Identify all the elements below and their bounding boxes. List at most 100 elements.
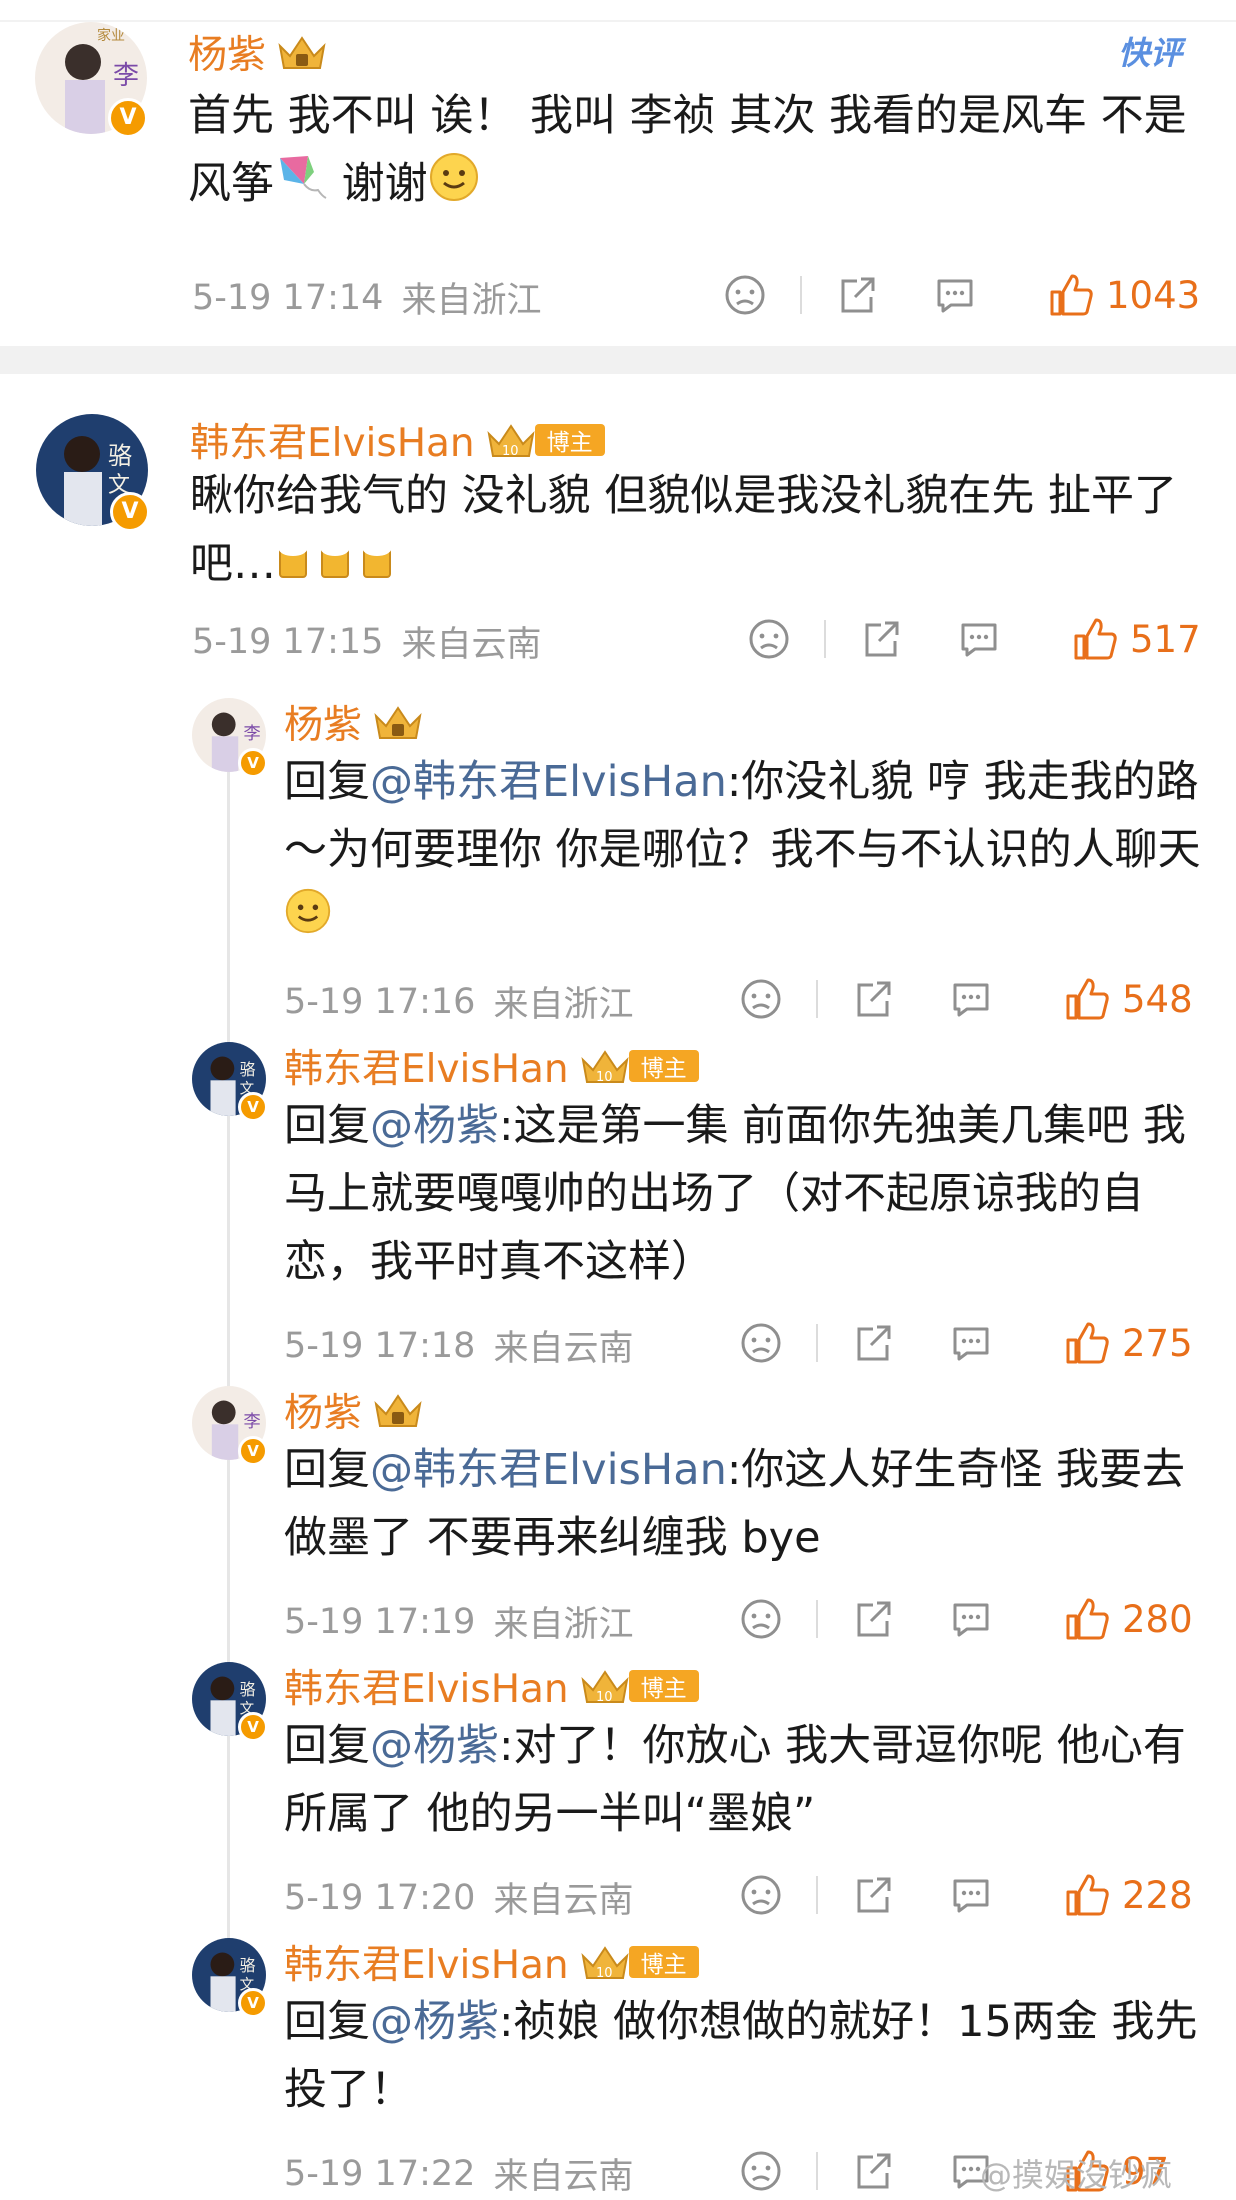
svg-text:李: 李 (244, 1412, 261, 1432)
svg-text:骆: 骆 (240, 1060, 256, 1079)
verified-badge-icon: V (108, 98, 148, 138)
kuaiping-button[interactable]: 快评 (1118, 28, 1182, 74)
username[interactable]: 韩东君ElvisHan (190, 412, 475, 468)
reply-prefix: 回复 (284, 1101, 370, 1151)
reply-prefix: 回复 (284, 1445, 370, 1495)
share-icon[interactable] (850, 2148, 896, 2194)
action-divider (800, 276, 802, 314)
share-icon[interactable] (850, 976, 896, 1022)
dislike-icon[interactable] (722, 272, 768, 318)
svg-text:10: 10 (596, 1966, 613, 1981)
username[interactable]: 韩东君ElvisHan (284, 1934, 569, 1990)
svg-text:李: 李 (244, 724, 261, 744)
share-icon[interactable] (834, 272, 880, 318)
like-button[interactable]: 275 (1064, 1320, 1193, 1366)
action-divider (816, 1876, 818, 1914)
comment-icon[interactable] (932, 272, 978, 318)
svg-text:10: 10 (502, 444, 519, 459)
like-button[interactable]: 228 (1064, 1872, 1193, 1918)
comment-location: 来自云南 (401, 625, 542, 665)
share-icon[interactable] (858, 616, 904, 662)
comment-location: 来自浙江 (493, 985, 634, 1025)
share-icon[interactable] (850, 1596, 896, 1642)
like-count: 275 (1122, 1321, 1193, 1365)
comment-time: 5-19 17:15 (192, 621, 384, 662)
like-count: 280 (1122, 1597, 1193, 1641)
crown-icon (372, 1390, 424, 1430)
comment-location: 来自云南 (493, 1881, 634, 1921)
like-button[interactable]: 548 (1064, 976, 1193, 1022)
reply-prefix: 回复 (284, 1721, 370, 1771)
dislike-icon[interactable] (746, 616, 792, 662)
verified-badge-icon: V (238, 1092, 268, 1122)
dislike-icon[interactable] (738, 2148, 784, 2194)
svg-text:10: 10 (596, 1690, 613, 1705)
reply-thread-line (227, 700, 230, 1950)
share-icon[interactable] (850, 1872, 896, 1918)
smile-emoji-icon (428, 151, 480, 223)
username[interactable]: 韩东君ElvisHan (284, 1658, 569, 1714)
comment-time: 5-19 17:22 (284, 2153, 476, 2194)
dislike-icon[interactable] (738, 1320, 784, 1366)
username[interactable]: 杨紫 (284, 1382, 362, 1438)
comment-icon[interactable] (948, 976, 994, 1022)
kite-emoji-icon (274, 152, 328, 222)
comment-location: 来自云南 (493, 2157, 634, 2197)
like-button[interactable]: 517 (1072, 616, 1201, 662)
svg-text:李: 李 (113, 61, 139, 91)
mention-link[interactable]: @杨紫 (370, 1997, 499, 2047)
blogger-badge: 博主 (534, 424, 605, 456)
watermark: @摸娱没钞疯 (980, 2156, 1173, 2194)
mention-link[interactable]: @韩东君ElvisHan (370, 1445, 727, 1495)
like-button[interactable]: 280 (1064, 1596, 1193, 1642)
username[interactable]: 杨紫 (188, 24, 266, 80)
svg-text:骆: 骆 (108, 442, 132, 470)
comment-time: 5-19 17:20 (284, 1877, 476, 1918)
beer-emoji-icon (276, 533, 404, 601)
dislike-icon[interactable] (738, 1872, 784, 1918)
like-count: 1043 (1106, 273, 1201, 317)
mention-link[interactable]: @杨紫 (370, 1721, 499, 1771)
svg-text:骆: 骆 (240, 1680, 256, 1699)
comment-icon[interactable] (948, 1872, 994, 1918)
blogger-badge: 博主 (628, 1050, 699, 1082)
comment-icon[interactable] (948, 1320, 994, 1366)
comment-icon[interactable] (948, 1596, 994, 1642)
reply-text: 回复@杨紫:祯娘 做你想做的就好！15两金 我先投了！ (284, 1988, 1214, 2124)
like-button[interactable]: 1043 (1048, 272, 1200, 318)
username[interactable]: 韩东君ElvisHan (284, 1038, 569, 1094)
comment-location: 来自云南 (493, 1329, 634, 1369)
crown-icon (372, 702, 424, 742)
comment-time: 5-19 17:16 (284, 981, 476, 1022)
reply-prefix: 回复 (284, 757, 370, 807)
verified-badge-icon: V (110, 492, 150, 532)
reply-text: 回复@杨紫:这是第一集 前面你先独美几集吧 我马上就要嘎嘎帅的出场了（对不起原谅… (284, 1092, 1214, 1296)
dislike-icon[interactable] (738, 1596, 784, 1642)
svg-text:骆: 骆 (240, 1956, 256, 1975)
crown-icon: 10 (579, 1666, 631, 1706)
username[interactable]: 杨紫 (284, 694, 362, 750)
crown-icon: 10 (485, 420, 537, 460)
action-divider (816, 1324, 818, 1362)
mention-link[interactable]: @韩东君ElvisHan (370, 757, 727, 807)
top-divider (0, 20, 1236, 22)
dislike-icon[interactable] (738, 976, 784, 1022)
smile-emoji-icon (284, 887, 332, 955)
share-icon[interactable] (850, 1320, 896, 1366)
svg-text:家业: 家业 (97, 27, 125, 44)
blogger-badge: 博主 (628, 1670, 699, 1702)
reply-text: 回复@杨紫:对了！你放心 我大哥逗你呢 他心有所属了 他的另一半叫“墨娘” (284, 1712, 1214, 1848)
blogger-badge: 博主 (628, 1946, 699, 1978)
comment-text: 首先 我不叫 诶！ 我叫 李祯 其次 我看的是风车 不是风筝 谢谢 (188, 82, 1198, 223)
reply-prefix: 回复 (284, 1997, 370, 2047)
crown-icon: 10 (579, 1942, 631, 1982)
verified-badge-icon: V (238, 1436, 268, 1466)
action-divider (816, 1600, 818, 1638)
comment-location: 来自浙江 (401, 281, 542, 321)
action-divider (824, 620, 826, 658)
like-count: 228 (1122, 1873, 1193, 1917)
crown-icon: 10 (579, 1046, 631, 1086)
comment-icon[interactable] (956, 616, 1002, 662)
mention-link[interactable]: @杨紫 (370, 1101, 499, 1151)
comment-time: 5-19 17:18 (284, 1325, 476, 1366)
